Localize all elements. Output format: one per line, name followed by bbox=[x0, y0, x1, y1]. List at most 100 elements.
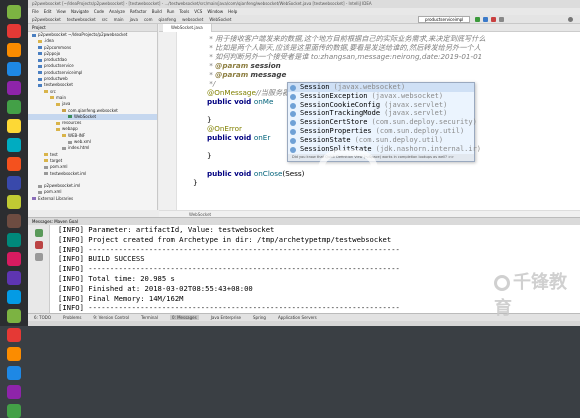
stop-icon[interactable] bbox=[491, 17, 496, 22]
menu-help[interactable]: Help bbox=[228, 9, 237, 14]
breadcrumb-item[interactable]: qianfeng bbox=[159, 17, 177, 22]
dock-app-icon[interactable] bbox=[7, 176, 21, 190]
breadcrumb-item[interactable]: websocket bbox=[182, 17, 203, 22]
dock-app-icon[interactable] bbox=[7, 100, 21, 114]
folder-icon bbox=[56, 121, 60, 125]
completion-item[interactable]: SessionException (javax.websocket) bbox=[288, 92, 474, 101]
tool-window-button[interactable]: Application Servers bbox=[278, 315, 317, 320]
log-line: [INFO] Project created from Archetype in… bbox=[58, 234, 392, 244]
run-config-select[interactable]: productserviceimpl bbox=[418, 16, 470, 23]
search-icon[interactable] bbox=[568, 17, 573, 22]
menu-build[interactable]: Build bbox=[152, 9, 162, 14]
dock-app-icon[interactable] bbox=[7, 138, 21, 152]
project-tree-label: com.qianfeng.websocket bbox=[68, 107, 118, 113]
folder-icon bbox=[44, 159, 48, 163]
dock-app-icon[interactable] bbox=[7, 366, 21, 380]
breadcrumb-item[interactable]: com bbox=[144, 17, 153, 22]
dock-app-icon[interactable] bbox=[7, 347, 21, 361]
library-icon bbox=[32, 197, 36, 201]
menu-code[interactable]: Code bbox=[94, 9, 104, 14]
log-line: [INFO] BUILD SUCCESS bbox=[58, 254, 145, 264]
code-method-name: onEr bbox=[253, 133, 271, 142]
dock-app-icon[interactable] bbox=[7, 309, 21, 323]
dock-app-icon[interactable] bbox=[7, 43, 21, 57]
stop-icon[interactable] bbox=[35, 241, 43, 249]
code-line: */ bbox=[207, 79, 215, 88]
breadcrumb-item[interactable]: java bbox=[130, 17, 138, 22]
class-icon bbox=[290, 146, 296, 153]
tool-window-button[interactable]: 9: Version Control bbox=[93, 315, 129, 320]
package-icon bbox=[62, 109, 66, 113]
completion-package: (com.sun.deploy.security) bbox=[371, 118, 477, 127]
menu-edit[interactable]: Edit bbox=[44, 9, 52, 14]
module-icon bbox=[38, 77, 42, 81]
project-tree-label: p2pcommons bbox=[44, 44, 72, 50]
completion-item[interactable]: SessionProperties (com.sun.deploy.util) bbox=[288, 127, 474, 136]
class-icon bbox=[290, 93, 296, 100]
dock-app-icon[interactable] bbox=[7, 24, 21, 38]
dock-app-icon[interactable] bbox=[7, 214, 21, 228]
close-icon[interactable] bbox=[35, 253, 43, 261]
dock-app-icon[interactable] bbox=[7, 385, 21, 399]
menu-vcs[interactable]: VCS bbox=[194, 9, 202, 14]
tool-window-button[interactable]: Spring bbox=[253, 315, 266, 320]
tool-window-button[interactable]: 6: TODO bbox=[34, 315, 51, 320]
menu-window[interactable]: Window bbox=[207, 9, 223, 14]
build-icon[interactable] bbox=[499, 17, 504, 22]
dock-app-icon[interactable] bbox=[7, 233, 21, 247]
watermark-text: 千锋教育 bbox=[373, 166, 462, 191]
dock-app-icon[interactable] bbox=[7, 119, 21, 133]
breadcrumb-item[interactable]: main bbox=[114, 17, 124, 22]
completion-list: Session (javax.websocket) SessionException… bbox=[288, 83, 481, 153]
breadcrumb-item[interactable]: testwebsocket bbox=[67, 17, 96, 22]
dock-app-icon[interactable] bbox=[7, 271, 21, 285]
dock-app-icon[interactable] bbox=[7, 404, 21, 418]
menu-tools[interactable]: Tools bbox=[179, 9, 189, 14]
menu-refactor[interactable]: Refactor bbox=[130, 9, 147, 14]
folder-icon bbox=[56, 102, 60, 106]
code-annotation: @OnError bbox=[207, 124, 242, 133]
menu-analyze[interactable]: Analyze bbox=[109, 9, 125, 14]
project-tree-item[interactable]: External Libraries bbox=[28, 196, 157, 202]
dock-app-icon[interactable] bbox=[7, 195, 21, 209]
project-tree-label: webapp bbox=[62, 126, 78, 132]
dock-app-icon[interactable] bbox=[7, 81, 21, 95]
class-icon bbox=[290, 111, 296, 118]
menu-run[interactable]: Run bbox=[167, 9, 175, 14]
code-doctag: * @param message bbox=[207, 70, 287, 79]
breadcrumb-item[interactable]: src bbox=[102, 17, 108, 22]
editor-tab-websocket[interactable]: WebSocket.java bbox=[163, 24, 212, 32]
rerun-icon[interactable] bbox=[35, 229, 43, 237]
completion-item[interactable]: Session (javax.websocket) bbox=[288, 83, 474, 92]
completion-name: Session bbox=[300, 83, 330, 91]
menu-navigate[interactable]: Navigate bbox=[71, 9, 89, 14]
dock-app-icon[interactable] bbox=[7, 62, 21, 76]
project-tree-label: productweb bbox=[44, 76, 68, 82]
debug-icon[interactable] bbox=[483, 17, 488, 22]
tool-window-button[interactable]: Terminal bbox=[141, 315, 158, 320]
dock-app-icon[interactable] bbox=[7, 328, 21, 342]
breadcrumb-item[interactable]: p2pwebsocket bbox=[32, 17, 61, 22]
completion-item[interactable]: SessionCookieConfig (javax.servlet) bbox=[288, 101, 474, 110]
tool-window-button[interactable]: Problems bbox=[63, 315, 81, 320]
module-icon bbox=[38, 71, 42, 75]
breadcrumb-item[interactable]: WebSocket bbox=[209, 17, 231, 22]
tool-window-button[interactable]: Java Enterprise bbox=[211, 315, 241, 320]
dock-app-icon[interactable] bbox=[7, 157, 21, 171]
menu-file[interactable]: File bbox=[32, 9, 39, 14]
project-tree-label: web.xml bbox=[74, 139, 91, 145]
completion-item[interactable]: SessionState (com.sun.deploy.util) bbox=[288, 136, 474, 145]
file-icon bbox=[62, 146, 66, 150]
tool-window-button[interactable]: 0: Messages bbox=[169, 315, 199, 320]
menu-view[interactable]: View bbox=[56, 9, 66, 14]
project-tree-label: src bbox=[50, 88, 56, 94]
code-line: public void onClose(Sess) bbox=[207, 169, 304, 178]
dock-app-icon[interactable] bbox=[7, 252, 21, 266]
dock-app-icon[interactable] bbox=[7, 290, 21, 304]
completion-item[interactable]: SessionCertStore (com.sun.deploy.security… bbox=[288, 118, 477, 127]
completion-item[interactable]: SessionTrackingMode (javax.servlet) bbox=[288, 109, 474, 118]
dock-app-icon[interactable] bbox=[7, 5, 21, 19]
run-icon[interactable] bbox=[475, 17, 480, 22]
module-icon bbox=[38, 46, 42, 50]
file-icon bbox=[68, 140, 72, 144]
